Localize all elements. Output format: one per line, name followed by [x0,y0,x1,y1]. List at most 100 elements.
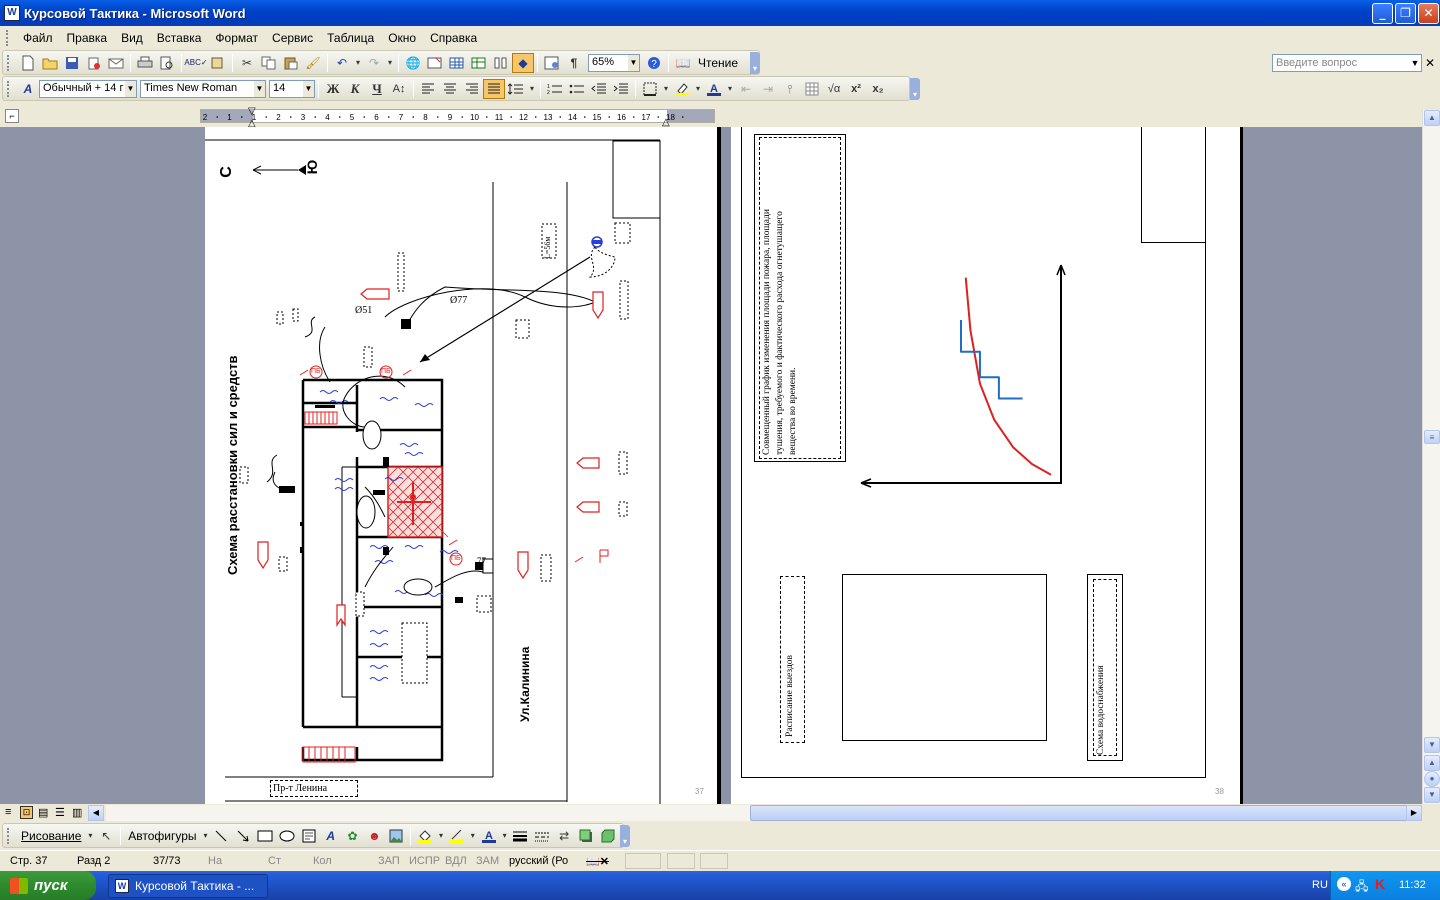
toolbar-grip[interactable] [7,827,11,844]
line-color-icon[interactable] [446,826,468,846]
oval-icon[interactable] [276,826,298,846]
start-button[interactable]: пуск [0,871,96,900]
superscript-icon[interactable]: x² [845,79,867,99]
status-extend[interactable]: ВДЛ [445,855,467,867]
browse-object-icon[interactable]: ● [1424,771,1440,787]
shadow-style-icon[interactable] [575,826,597,846]
highlight-icon[interactable] [671,79,693,99]
scroll-right-icon[interactable]: ▶ [1406,805,1422,821]
toolbar-options-icon[interactable]: ▾ [750,52,760,74]
hscroll-track[interactable] [106,805,1420,821]
align-left-icon[interactable] [417,79,439,99]
document-area[interactable]: С Ю Схема расстановки сил и средств Ул.К… [0,127,1422,804]
rectangle-icon[interactable] [254,826,276,846]
toolbar-grip[interactable] [7,54,11,71]
document-map-icon[interactable] [541,53,563,73]
decrease-indent-icon[interactable] [588,79,610,99]
tab-selector-icon[interactable]: ⌐ [5,109,19,123]
line-spacing-icon[interactable] [505,79,527,99]
columns-icon[interactable] [490,53,512,73]
subscript-icon[interactable]: x₂ [867,79,889,99]
drawing-dropdown-icon[interactable]: ▾ [85,826,95,846]
spelling-icon[interactable]: ABC✓ [184,53,207,73]
close-document-icon[interactable]: ✕ [1425,56,1437,70]
fill-color-icon[interactable] [414,826,436,846]
tab-align-icon[interactable]: ⫯ [779,79,801,99]
tables-borders-icon[interactable] [424,53,446,73]
3d-style-icon[interactable] [597,826,619,846]
tray-expand-icon[interactable]: « [1337,877,1351,891]
autoshapes-dropdown-icon[interactable]: ▾ [201,826,211,846]
drawing-menu-button[interactable]: Рисование [17,829,85,843]
toolbar-options-icon[interactable]: ▾ [910,78,920,100]
font-select[interactable]: Times New Roman ▼ [140,79,266,98]
outline-view-icon[interactable]: ☰ [55,806,65,819]
close-button[interactable]: ✕ [1418,3,1439,24]
drawing-font-color-icon[interactable]: A [478,826,500,846]
minimize-button[interactable]: _ [1372,3,1393,24]
chevron-down-icon[interactable]: ▼ [125,80,136,97]
redo-icon[interactable]: ↷ [363,53,385,73]
undo-icon[interactable]: ↶ [331,53,353,73]
spelling-status-icon[interactable]: 📖✕ [586,855,609,868]
research-icon[interactable] [207,53,229,73]
reading-button[interactable]: Чтение [694,56,742,70]
print-preview-icon[interactable] [156,53,178,73]
page-38[interactable]: Совмещенный график изменения площади пож… [731,127,1243,804]
styles-formatting-icon[interactable]: A [17,79,39,99]
scroll-up-icon[interactable]: ▲ [1424,110,1440,126]
table-grid-icon[interactable] [801,79,823,99]
status-overtype[interactable]: ЗАМ [476,855,499,867]
page-37[interactable]: С Ю Схема расстановки сил и средств Ул.К… [205,127,717,804]
ruler-track[interactable]: 2 1 1 2 3 4 5 6 7 8 9 10 11 12 13 14 15 16 17 18 [200,109,715,123]
scroll-left-icon[interactable]: ◀ [88,805,104,821]
bold-button[interactable]: Ж [322,79,344,99]
line-spacing-dropdown-icon[interactable]: ▾ [527,79,537,99]
reading-view-icon[interactable]: ▥ [72,806,82,819]
undo-dropdown-icon[interactable]: ▾ [353,53,363,73]
menu-file[interactable]: Файл [16,29,60,47]
line-color-dropdown-icon[interactable]: ▾ [468,826,478,846]
borders-icon[interactable] [639,79,661,99]
print-icon[interactable] [134,53,156,73]
drawing-toggle-icon[interactable]: ◆ [512,52,534,73]
highlight-dropdown-icon[interactable]: ▾ [693,79,703,99]
autoshapes-button[interactable]: Автофигуры [124,829,200,843]
menu-tools[interactable]: Сервис [265,29,320,47]
picture-icon[interactable] [385,826,407,846]
align-right-icon[interactable] [461,79,483,99]
font-color-dropdown-icon[interactable]: ▾ [725,79,735,99]
status-rec[interactable]: ЗАП [378,855,400,867]
open-folder-icon[interactable] [39,53,61,73]
menu-help[interactable]: Справка [423,29,484,47]
font-color-icon[interactable]: A [703,79,725,99]
scroll-down-icon[interactable]: ▼ [1424,737,1440,753]
next-page-icon[interactable]: ▼ [1424,787,1440,803]
equation-icon[interactable]: √α [823,79,845,99]
show-hide-marks-icon[interactable]: ¶ [563,53,585,73]
increase-indent-icon[interactable] [610,79,632,99]
cut-icon[interactable]: ✂ [236,53,258,73]
drawing-font-color-dropdown-icon[interactable]: ▾ [500,826,510,846]
status-track[interactable]: ИСПР [409,855,440,867]
reading-layout-icon[interactable]: 📖 [672,53,694,73]
scroll-thumb[interactable]: ≡ [1424,430,1440,444]
chevron-down-icon[interactable]: ▼ [254,80,265,97]
select-objects-icon[interactable]: ↖ [95,826,117,846]
arrow-style-icon[interactable]: ⇄ [553,826,575,846]
numbering-icon[interactable]: 12 [544,79,566,99]
new-document-icon[interactable] [17,53,39,73]
clip-art-icon[interactable]: ☻ [363,826,385,846]
vertical-scrollbar[interactable]: ▲ ≡ ▼ ▲ ● ▼ [1422,110,1440,804]
line-icon[interactable] [210,826,232,846]
language-indicator[interactable]: RU [1312,879,1328,891]
ask-question-input[interactable]: Введите вопрос ▼ [1272,54,1422,72]
chevron-down-icon[interactable]: ▼ [628,54,639,71]
text-box-icon[interactable] [298,826,320,846]
hyperlink-icon[interactable]: 🌐 [402,53,424,73]
restore-button[interactable]: ❐ [1395,3,1416,24]
font-size-select[interactable]: 14 ▼ [269,79,315,98]
menu-insert[interactable]: Вставка [150,29,209,47]
justify-icon[interactable] [483,78,505,99]
save-icon[interactable] [61,53,83,73]
